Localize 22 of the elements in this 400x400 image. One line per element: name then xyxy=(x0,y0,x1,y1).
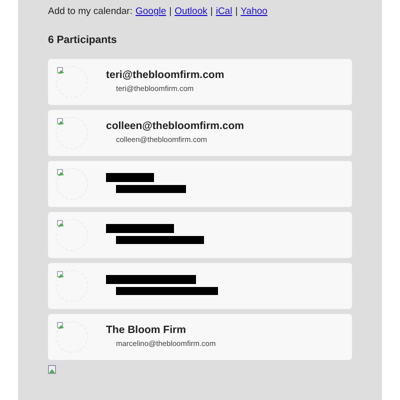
calendar-link[interactable]: Yahoo xyxy=(240,6,268,17)
broken-image-icon xyxy=(57,271,65,279)
broken-image-icon xyxy=(57,220,65,228)
separator: | xyxy=(210,6,213,17)
broken-image-icon xyxy=(57,322,65,330)
calendar-link[interactable]: Outlook xyxy=(174,6,208,17)
calendar-link[interactable]: Google xyxy=(136,6,166,17)
calendar-link[interactable]: iCal xyxy=(216,6,232,17)
broken-image-icon xyxy=(57,169,65,177)
calendar-label: Add to my calendar: xyxy=(48,6,132,17)
broken-image-icon xyxy=(57,67,65,75)
separator: | xyxy=(169,6,172,17)
participant-name: teri@thebloomfirm.com xyxy=(106,69,224,81)
participants-heading: 6 Participants xyxy=(48,34,118,46)
separator: | xyxy=(235,6,238,17)
redaction-bar xyxy=(116,185,186,193)
broken-image-icon xyxy=(57,118,65,126)
participant-name: The Bloom Firm xyxy=(106,324,187,336)
broken-image-icon xyxy=(48,365,56,374)
redaction-bar xyxy=(106,173,154,182)
redaction-bar xyxy=(106,224,174,233)
participant-name: colleen@thebloomfirm.com xyxy=(106,120,244,132)
